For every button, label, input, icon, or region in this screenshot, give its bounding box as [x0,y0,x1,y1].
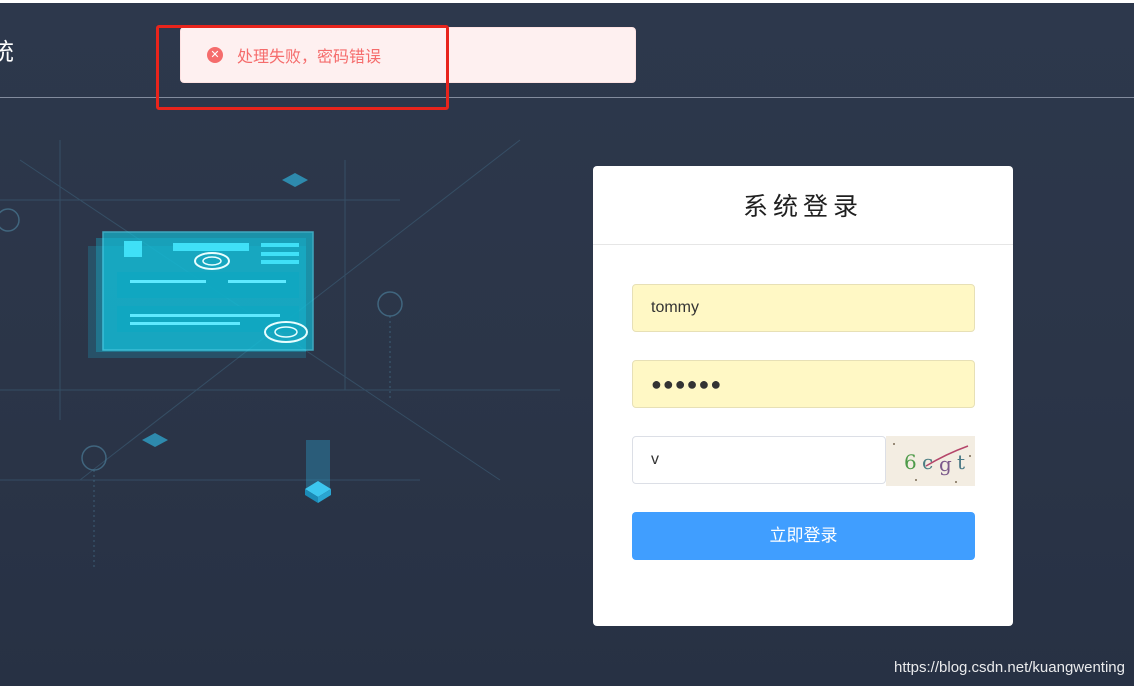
annotation-highlight-box [156,25,449,110]
login-card: 系统登录 tommy ●●●●●● v 6 c g t 立即登录 [593,166,1013,626]
login-button[interactable]: 立即登录 [632,512,975,560]
username-field[interactable]: tommy [632,284,975,332]
header-title-fragment: 统 [0,38,14,66]
watermark-text: https://blog.csdn.net/kuangwenting [894,659,1125,676]
login-title: 系统登录 [593,166,1013,245]
captcha-char: 6 [904,450,917,474]
captcha-char: t [957,450,965,474]
password-field[interactable]: ●●●●●● [632,360,975,408]
captcha-image[interactable]: 6 c g t [886,436,975,486]
captcha-input[interactable]: v [632,436,886,484]
tech-illustration [0,139,560,570]
